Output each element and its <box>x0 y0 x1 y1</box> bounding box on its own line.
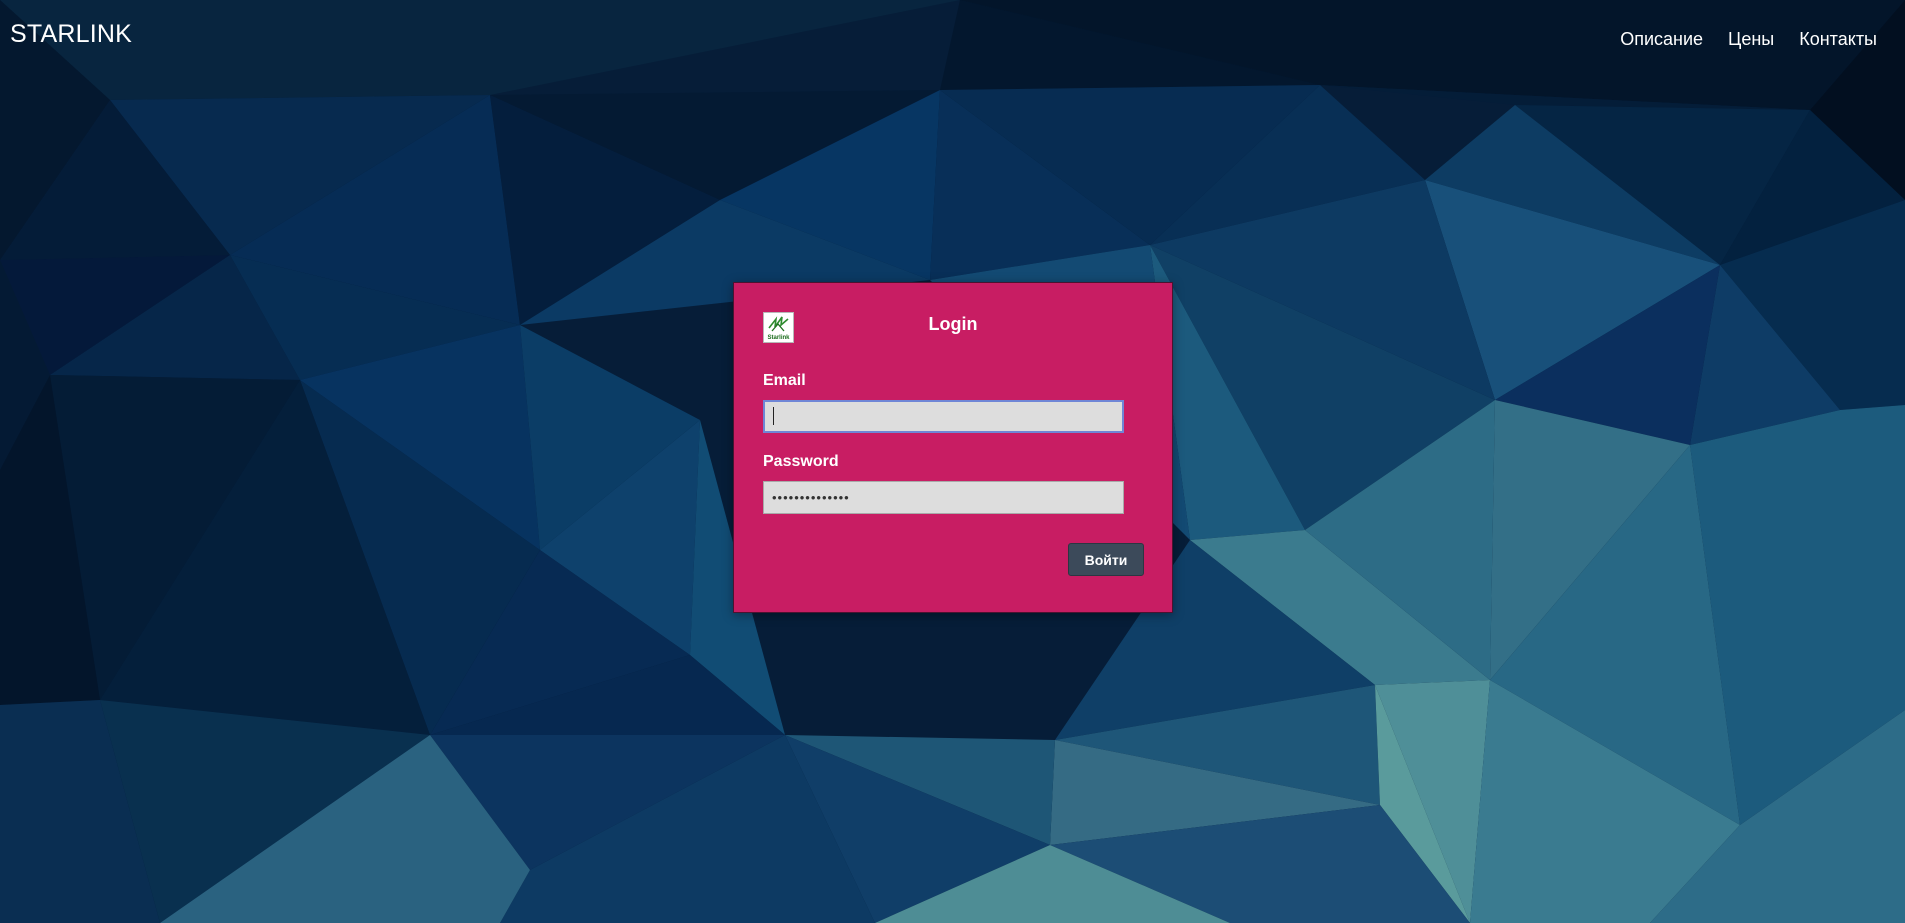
nav-link-description[interactable]: Описание <box>1620 29 1703 50</box>
main-nav: Описание Цены Контакты <box>1595 29 1877 50</box>
brand-logo-text[interactable]: STARLINK <box>10 20 132 49</box>
nav-link-prices[interactable]: Цены <box>1728 29 1774 50</box>
text-caret <box>773 407 774 425</box>
top-navbar: STARLINK Описание Цены Контакты <box>0 0 1905 80</box>
email-input[interactable] <box>763 400 1124 433</box>
password-label: Password <box>763 453 839 470</box>
login-card: Starlink Login Email Password Войти <box>733 282 1173 613</box>
login-submit-button[interactable]: Войти <box>1068 543 1144 576</box>
login-title: Login <box>928 314 978 334</box>
logo-caption: Starlink <box>767 335 790 341</box>
nav-link-contacts[interactable]: Контакты <box>1799 29 1877 50</box>
email-label: Email <box>763 372 806 389</box>
password-input[interactable] <box>763 481 1124 514</box>
